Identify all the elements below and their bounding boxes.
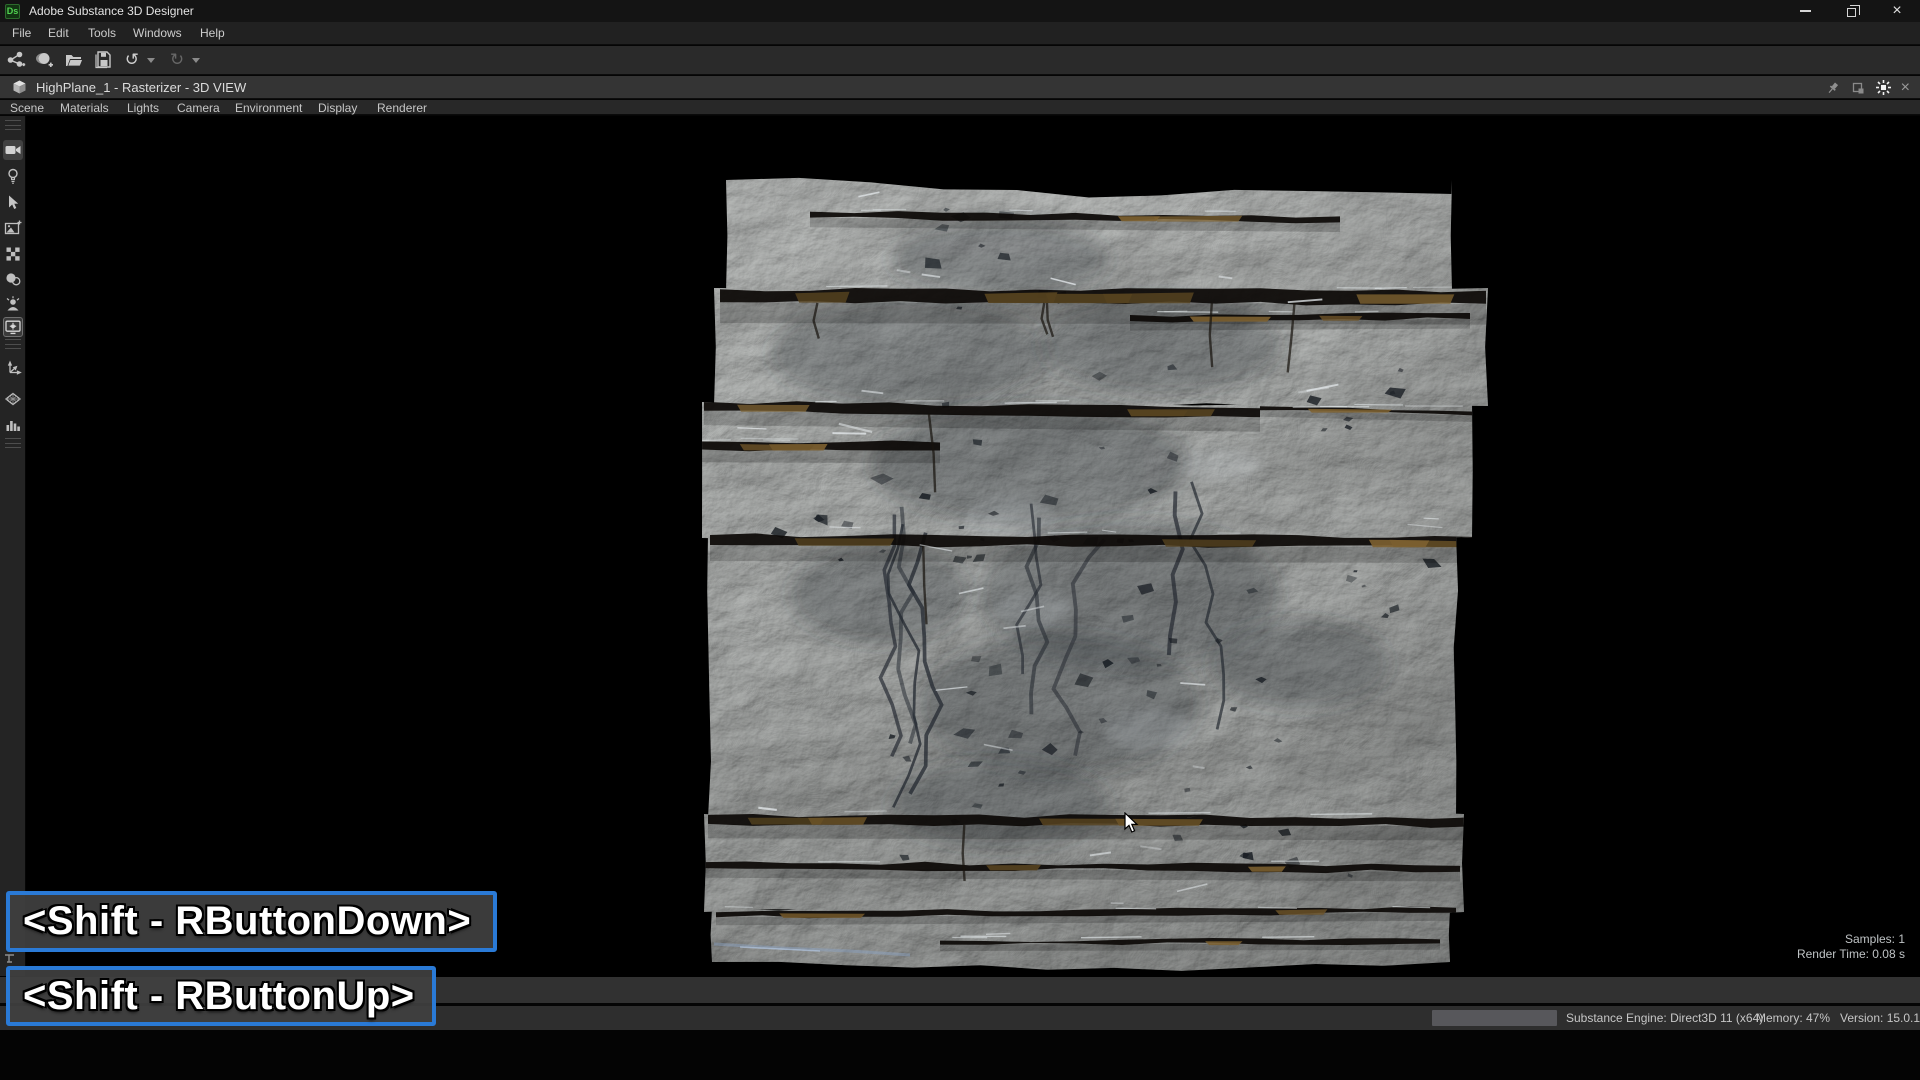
camera-tool-button[interactable] [3, 140, 23, 160]
environment-image-icon [4, 219, 22, 237]
select-tool-button[interactable] [3, 192, 23, 212]
vpmenu-camera[interactable]: Camera [177, 101, 220, 115]
undo-history-dropdown[interactable] [147, 58, 155, 63]
window-bottom-filler [0, 1030, 1920, 1080]
panel-tab-bar: HighPlane_1 - Rasterizer - 3D VIEW [0, 76, 1920, 99]
transform-gizmo-button[interactable] [3, 359, 23, 379]
panel-tab-title[interactable]: HighPlane_1 - Rasterizer - 3D VIEW [36, 80, 246, 95]
wireframe-diamond-icon [4, 390, 22, 408]
checker-material-icon [4, 245, 22, 263]
environment-map-button[interactable] [3, 218, 23, 238]
minimize-icon [1800, 10, 1811, 12]
pointer-icon [4, 193, 22, 211]
menu-windows[interactable]: Windows [133, 26, 182, 40]
new-package-icon [6, 50, 26, 70]
light-bulb-icon [4, 167, 22, 185]
display-settings-button[interactable] [3, 317, 23, 337]
new-package-button[interactable] [3, 48, 29, 72]
spheres-icon [4, 270, 22, 288]
focus-selected-icon[interactable] [1875, 79, 1892, 96]
window-controls: × [1782, 0, 1920, 22]
light-tool-button[interactable] [3, 166, 23, 186]
axis-gizmo-icon [4, 360, 22, 378]
panel-close-icon[interactable]: × [1901, 80, 1910, 96]
keypress-text: <Shift - RButtonUp> [23, 974, 415, 1019]
new-graph-icon [35, 50, 55, 70]
person-light-icon [4, 295, 22, 313]
hidden-panel-fragment-icon [4, 953, 18, 965]
memory-status: Memory: 47% [1756, 1011, 1830, 1025]
close-button[interactable]: × [1874, 0, 1920, 22]
mouse-cursor [1124, 812, 1140, 834]
3d-view-cube-icon [11, 79, 28, 96]
menu-file[interactable]: File [12, 26, 31, 40]
toolbar-grip[interactable] [5, 339, 21, 349]
app-title: Adobe Substance 3D Designer [29, 4, 194, 18]
restore-button[interactable] [1828, 0, 1874, 22]
head-light-button[interactable] [3, 294, 23, 314]
undo-icon: ↺ [125, 50, 139, 70]
redo-history-dropdown[interactable] [192, 58, 200, 63]
menu-edit[interactable]: Edit [48, 26, 69, 40]
vpmenu-materials[interactable]: Materials [60, 101, 109, 115]
wireframe-button[interactable] [3, 389, 23, 409]
vpmenu-scene[interactable]: Scene [10, 101, 44, 115]
pin-icon[interactable] [1825, 80, 1841, 96]
main-toolbar: ↺ ↻ [0, 46, 1920, 75]
statistics-button[interactable] [3, 415, 23, 435]
display-gear-icon [4, 318, 22, 336]
undock-icon[interactable] [1850, 80, 1866, 96]
3d-viewport[interactable]: Samples: 1 Render Time: 0.08 s [26, 116, 1920, 976]
camera-icon [4, 141, 22, 159]
menu-help[interactable]: Help [200, 26, 225, 40]
close-icon: × [1892, 3, 1901, 19]
keypress-overlay-rbuttonup: <Shift - RButtonUp> [6, 966, 436, 1026]
histogram-icon [4, 416, 22, 434]
engine-status: Substance Engine: Direct3D 11 (x64) [1566, 1011, 1763, 1025]
render-stats: Samples: 1 Render Time: 0.08 s [1797, 932, 1905, 962]
redo-icon: ↻ [170, 50, 184, 70]
left-toolbar [0, 116, 26, 976]
open-folder-icon [64, 50, 84, 70]
keypress-overlay-rbuttondown: <Shift - RButtonDown> [6, 891, 497, 952]
vpmenu-environment[interactable]: Environment [235, 101, 302, 115]
toolbar-grip[interactable] [5, 438, 21, 448]
substance-designer-logo-icon: Ds [5, 4, 20, 19]
toolbar-grip[interactable] [5, 120, 21, 130]
app-window: Ds Adobe Substance 3D Designer × File Ed… [0, 0, 1920, 1080]
menu-tools[interactable]: Tools [88, 26, 116, 40]
material-tool-button[interactable] [3, 244, 23, 264]
preview-spheres-button[interactable] [3, 269, 23, 289]
menu-bar: File Edit Tools Windows Help [0, 22, 1920, 45]
rock-mesh-render [700, 164, 1492, 976]
engine-progress-bar [1432, 1010, 1557, 1026]
render-time-readout: Render Time: 0.08 s [1797, 947, 1905, 962]
restore-icon [1847, 8, 1856, 17]
new-graph-button[interactable] [32, 48, 58, 72]
open-button[interactable] [61, 48, 87, 72]
save-icon [93, 50, 113, 70]
panel-tab-actions: × [1825, 76, 1910, 99]
minimize-button[interactable] [1782, 0, 1828, 22]
vpmenu-display[interactable]: Display [318, 101, 357, 115]
save-all-button[interactable] [90, 48, 116, 72]
samples-readout: Samples: 1 [1797, 932, 1905, 947]
undo-button[interactable]: ↺ [119, 48, 145, 72]
redo-button[interactable]: ↻ [164, 48, 190, 72]
title-bar: Ds Adobe Substance 3D Designer × [0, 0, 1920, 22]
viewport-menu-bar: Scene Materials Lights Camera Environmen… [0, 100, 1920, 115]
version-status: Version: 15.0.1 [1840, 1011, 1920, 1025]
keypress-text: <Shift - RButtonDown> [23, 899, 471, 944]
vpmenu-lights[interactable]: Lights [127, 101, 159, 115]
vpmenu-renderer[interactable]: Renderer [377, 101, 427, 115]
